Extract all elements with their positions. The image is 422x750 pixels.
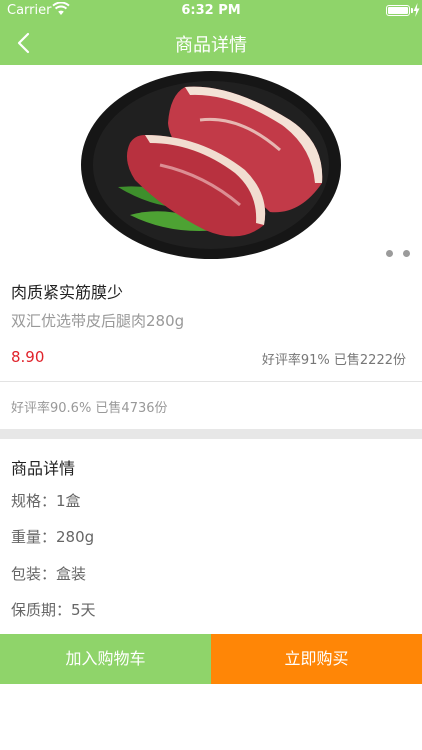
page-title: 商品详情 (175, 35, 247, 56)
product-subtitle: 双汇优选带皮后腿肉280g (11, 312, 185, 330)
section-separator (0, 429, 422, 439)
add-to-cart-button[interactable]: 加入购物车 (0, 634, 211, 684)
buy-now-button[interactable]: 立即购买 (211, 634, 422, 684)
clock: 6:32 PM (181, 3, 241, 18)
details-heading: 商品详情 (11, 459, 76, 478)
rating-sales-summary: 好评率91% 已售2222份 (261, 353, 406, 368)
status-bar: Carrier 6:32 PM (0, 0, 422, 22)
carousel-dot[interactable] (386, 250, 393, 257)
rating-sales-detail: 好评率90.6% 已售4736份 (11, 401, 168, 416)
shelf-life-row: 保质期：5天 (11, 601, 96, 619)
spec-row: 规格：1盒 (11, 492, 81, 510)
package-row: 包装：盒装 (11, 565, 87, 583)
navigation-bar: Carrier 6:32 PM 商品详情 (0, 0, 422, 65)
product-image[interactable] (0, 65, 422, 270)
divider (0, 381, 422, 382)
weight-row: 重量：280g (11, 528, 95, 546)
product-price: 8.90 (11, 348, 45, 366)
product-title: 肉质紧实筋膜少 (11, 283, 124, 302)
carousel-indicator (386, 250, 410, 257)
charging-icon (413, 3, 420, 17)
carousel-dot[interactable] (403, 250, 410, 257)
battery-icon (386, 5, 410, 16)
